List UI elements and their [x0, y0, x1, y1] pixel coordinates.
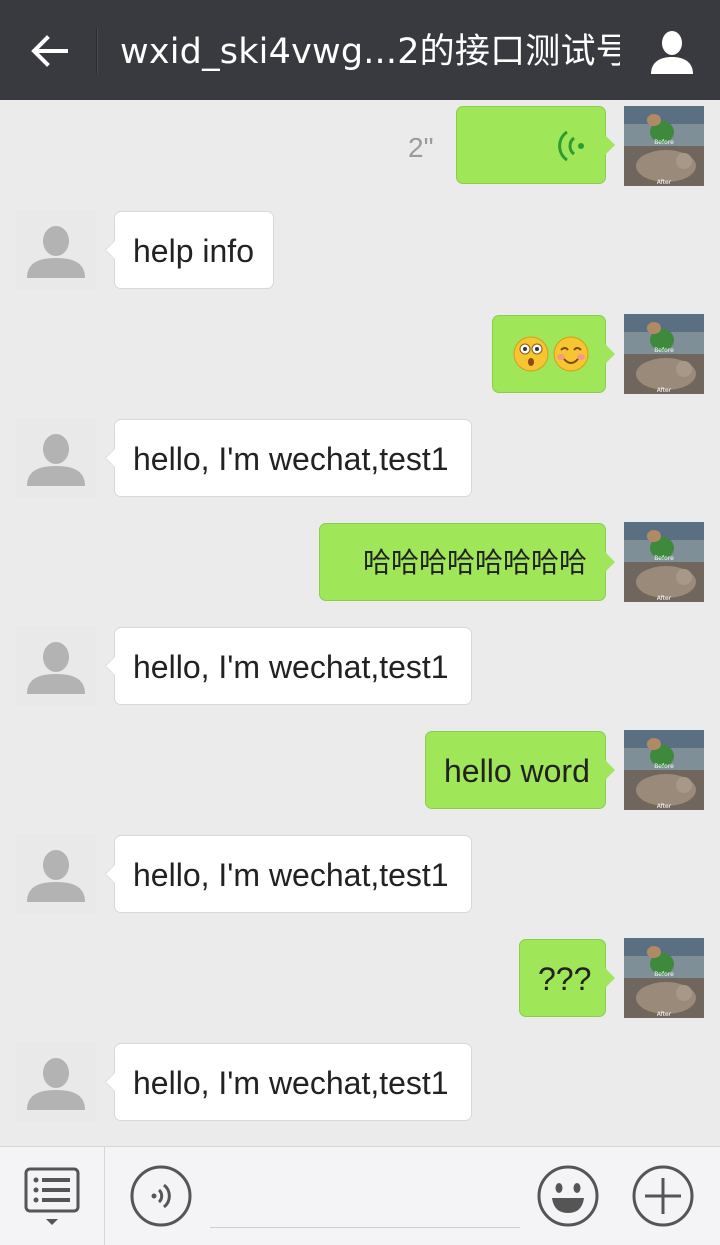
my-avatar[interactable]: Before After — [624, 522, 704, 602]
contact-avatar[interactable] — [16, 418, 96, 498]
smiling-face-emoji — [553, 336, 589, 372]
plus-icon[interactable] — [632, 1165, 694, 1227]
bar-separator — [104, 1147, 105, 1245]
message-bubble[interactable]: hello, I'm wechat,test1 — [105, 627, 472, 705]
contact-avatar[interactable] — [16, 1042, 96, 1122]
back-arrow-icon[interactable] — [28, 30, 70, 72]
message-bubble[interactable]: ??? — [519, 939, 615, 1017]
my-avatar[interactable]: Before After — [624, 314, 704, 394]
contact-avatar[interactable] — [16, 626, 96, 706]
emoji-message-bubble[interactable] — [492, 315, 615, 393]
header-divider — [96, 28, 97, 74]
voice-duration: 2" — [408, 132, 434, 163]
svg-text:After: After — [657, 1011, 672, 1018]
surprised-face-emoji — [513, 336, 549, 372]
voice-input-icon[interactable] — [130, 1165, 192, 1227]
emoji-icon[interactable] — [537, 1165, 599, 1227]
contact-avatar[interactable] — [16, 210, 96, 290]
person-icon[interactable] — [648, 28, 696, 76]
svg-text:Before: Before — [654, 763, 674, 770]
message-bubble[interactable]: hello word — [425, 731, 615, 809]
my-avatar[interactable]: Before After — [624, 938, 704, 1018]
voice-message-bubble[interactable] — [456, 106, 615, 184]
svg-text:After: After — [657, 387, 672, 394]
message-bubble[interactable]: hello, I'm wechat,test1 — [105, 419, 472, 497]
chat-header: wxid_ski4vwg...2的接口测试号 — [0, 0, 720, 100]
message-bubble[interactable]: 哈哈哈哈哈哈哈哈 — [319, 523, 615, 601]
input-bar — [0, 1146, 720, 1245]
chat-title: wxid_ski4vwg...2的接口测试号 — [120, 32, 620, 72]
svg-text:After: After — [657, 803, 672, 810]
svg-text:Before: Before — [654, 139, 674, 146]
voice-wave-icon — [558, 130, 584, 162]
message-bubble[interactable]: hello, I'm wechat,test1 — [105, 1043, 472, 1121]
menu-list-icon[interactable] — [24, 1167, 80, 1229]
svg-text:After: After — [657, 179, 672, 186]
my-avatar[interactable]: Before After — [624, 106, 704, 186]
my-avatar[interactable]: Before After — [624, 730, 704, 810]
contact-avatar[interactable] — [16, 834, 96, 914]
message-input[interactable] — [210, 1227, 520, 1228]
message-bubble[interactable]: help info — [105, 211, 274, 289]
svg-text:Before: Before — [654, 971, 674, 978]
svg-text:After: After — [657, 595, 672, 602]
svg-text:Before: Before — [654, 347, 674, 354]
message-bubble[interactable]: hello, I'm wechat,test1 — [105, 835, 472, 913]
svg-text:Before: Before — [654, 555, 674, 562]
